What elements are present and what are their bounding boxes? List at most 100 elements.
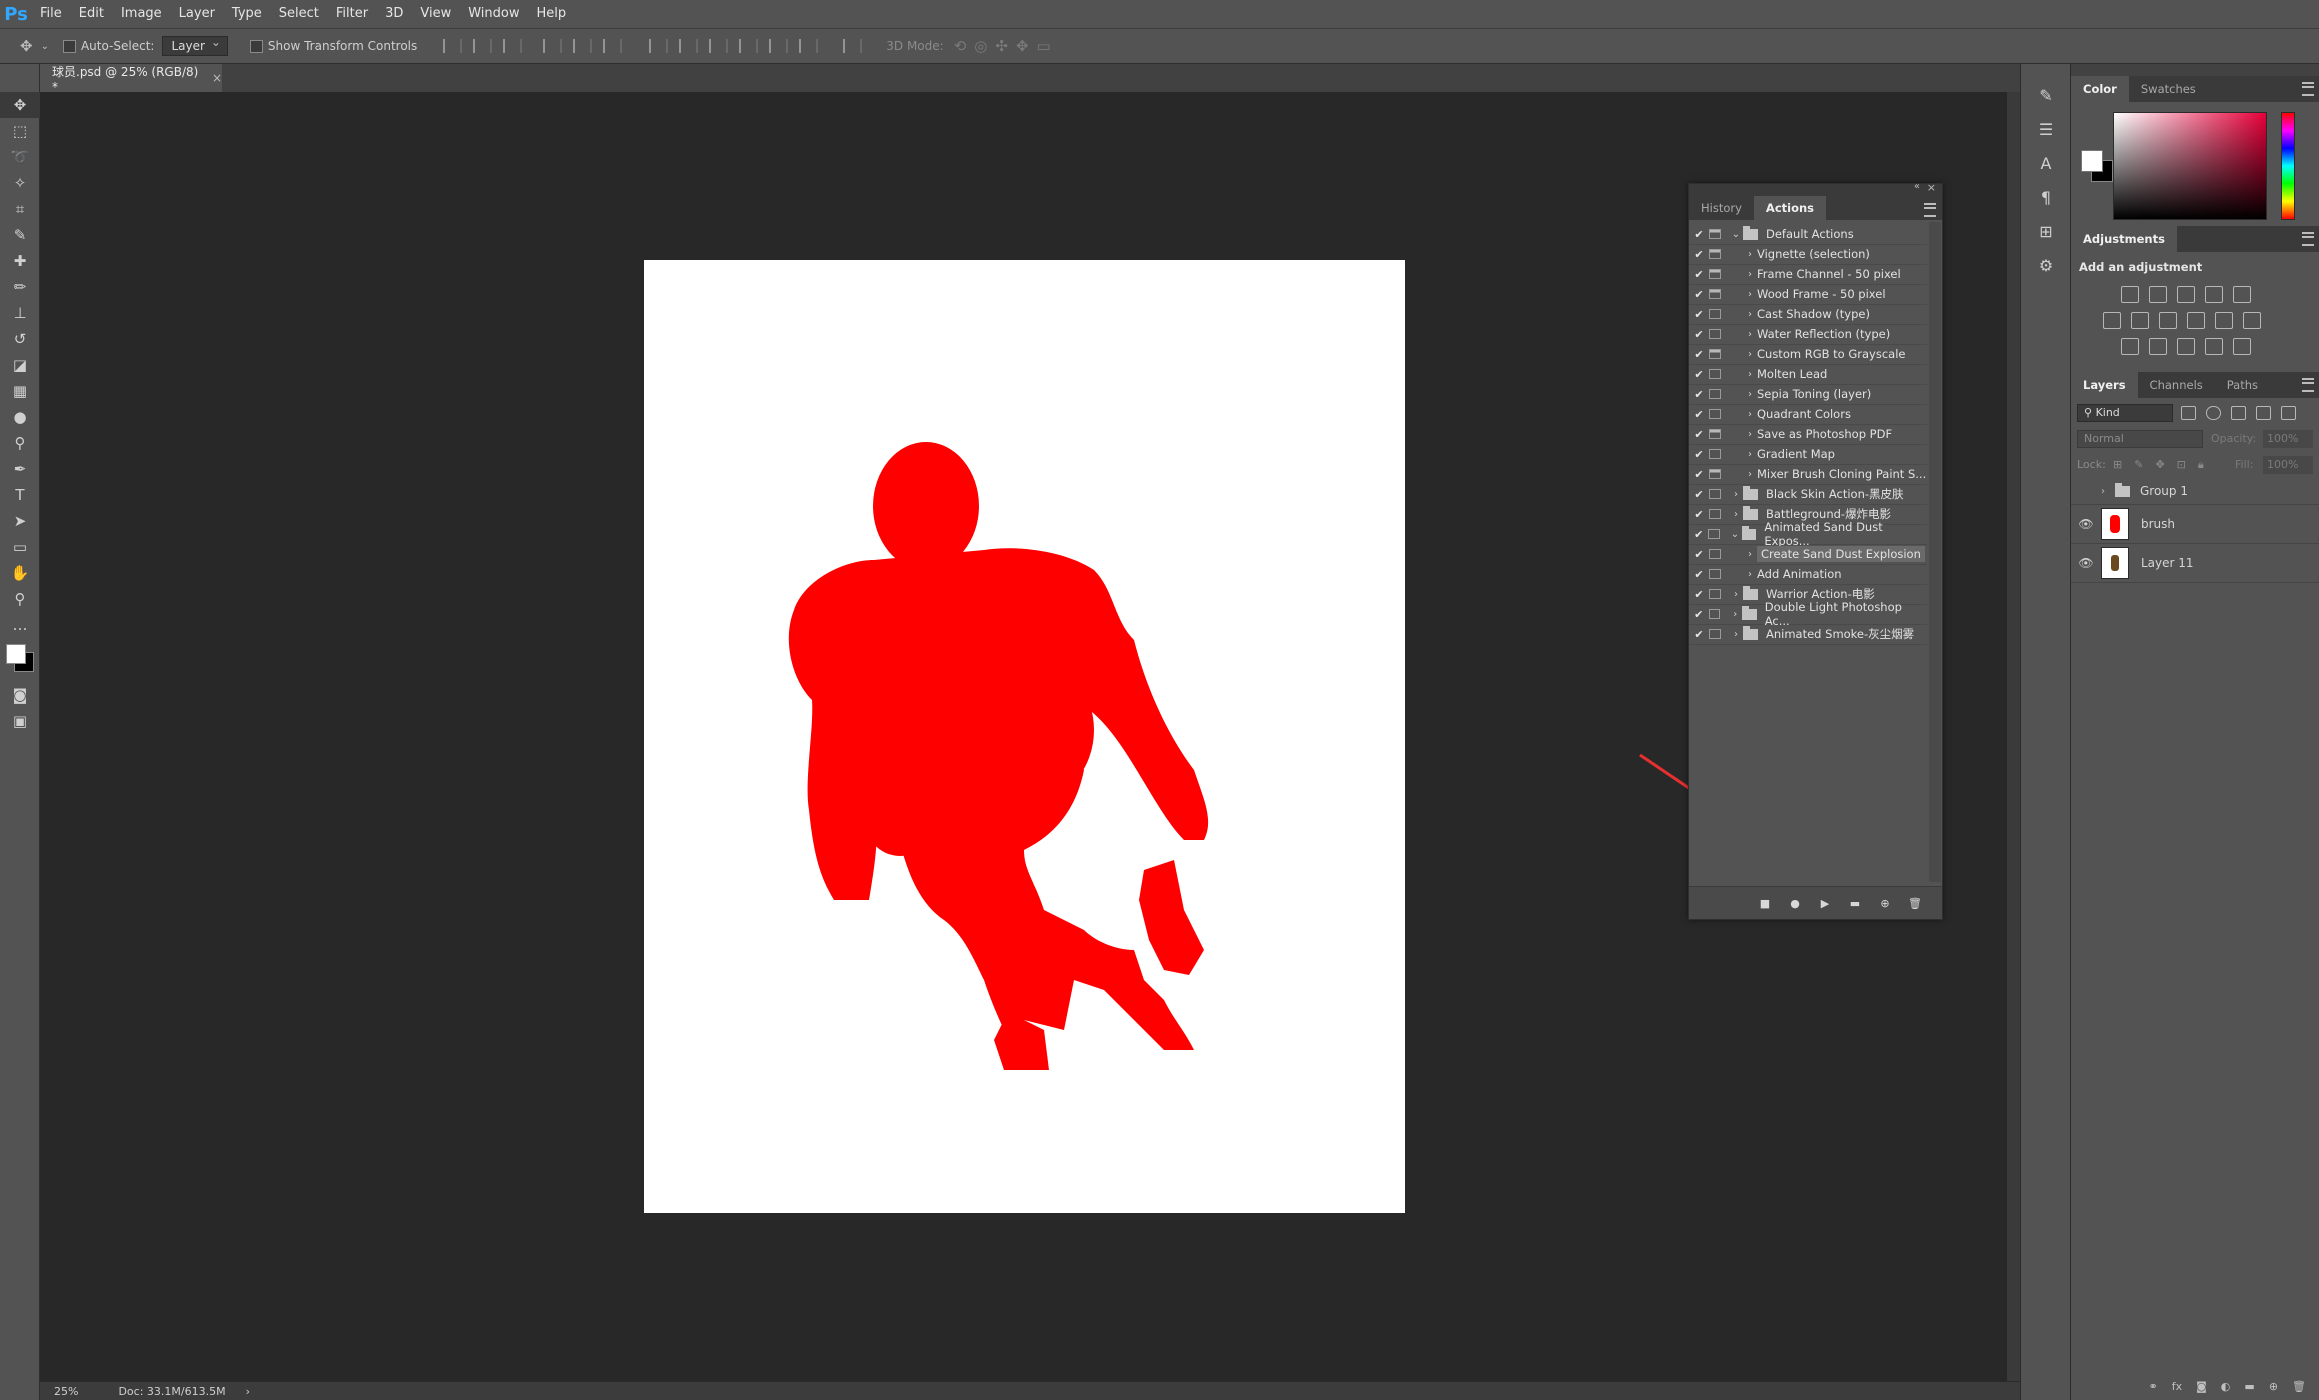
action-row[interactable]: ✔ › Gradient Map: [1689, 444, 1927, 465]
channel-mixer-icon[interactable]: [2215, 312, 2233, 329]
check-icon[interactable]: ✔: [1689, 388, 1709, 401]
align-right-icon[interactable]: [603, 39, 623, 53]
check-icon[interactable]: ✔: [1689, 328, 1709, 341]
dialog-toggle-icon[interactable]: [1709, 469, 1721, 479]
show-transform-checkbox[interactable]: [249, 39, 263, 53]
move-tool-icon[interactable]: ✥: [20, 37, 33, 55]
chevron-right-icon[interactable]: ›: [1743, 309, 1757, 320]
tab-paths[interactable]: Paths: [2215, 372, 2270, 398]
panel-menu-icon[interactable]: [2302, 378, 2314, 392]
fx-icon[interactable]: fx: [2172, 1380, 2182, 1400]
dialog-toggle-icon[interactable]: [1709, 269, 1721, 279]
dialog-toggle-icon[interactable]: [1709, 549, 1721, 559]
play-icon[interactable]: ▶: [1818, 896, 1832, 910]
hue-slider[interactable]: [2281, 112, 2295, 220]
dialog-toggle-icon[interactable]: [1709, 369, 1721, 379]
chevron-right-icon[interactable]: ›: [1743, 349, 1757, 360]
action-row[interactable]: ✔ › Custom RGB to Grayscale: [1689, 344, 1927, 365]
color-lookup-icon[interactable]: [2243, 312, 2261, 329]
3d-orbit-icon[interactable]: ⟲: [954, 37, 967, 55]
menu-help[interactable]: Help: [529, 0, 576, 28]
action-row[interactable]: ✔ ⌄ Animated Sand Dust Expos...: [1689, 520, 1927, 548]
tab-color[interactable]: Color: [2071, 76, 2129, 102]
check-icon[interactable]: ✔: [1689, 268, 1709, 281]
lasso-tool-icon[interactable]: ➰: [0, 144, 40, 170]
distribute-vcenter-icon[interactable]: [679, 39, 699, 53]
lock-paint-icon[interactable]: ✎: [2134, 458, 2143, 472]
panel-menu-icon[interactable]: [2302, 232, 2314, 246]
healing-brush-icon[interactable]: ✚: [0, 248, 40, 274]
chevron-right-icon[interactable]: ›: [1728, 609, 1742, 620]
opacity-field[interactable]: 100%: [2263, 430, 2313, 448]
chevron-down-icon[interactable]: ⌄: [41, 41, 49, 52]
tab-layers[interactable]: Layers: [2071, 372, 2138, 398]
new-group-icon[interactable]: ▬: [2244, 1380, 2254, 1400]
dialog-toggle-icon[interactable]: [1709, 329, 1721, 339]
align-vcenter-icon[interactable]: [473, 39, 493, 53]
chevron-right-icon[interactable]: ›: [1743, 369, 1757, 380]
panel-menu-icon[interactable]: [1924, 203, 1936, 217]
libraries-icon[interactable]: ⚙: [2021, 248, 2071, 282]
distribute-top-icon[interactable]: [649, 39, 669, 53]
chevron-down-icon[interactable]: ⌄: [1729, 229, 1743, 240]
check-icon[interactable]: ✔: [1689, 468, 1709, 481]
close-icon[interactable]: ×: [1927, 181, 1936, 194]
threshold-icon[interactable]: [2177, 338, 2195, 355]
align-top-icon[interactable]: [443, 39, 463, 53]
filter-smart-object-icon[interactable]: [2281, 406, 2296, 420]
tab-swatches[interactable]: Swatches: [2129, 76, 2208, 102]
menu-view[interactable]: View: [412, 0, 460, 28]
action-row[interactable]: ✔ › Wood Frame - 50 pixel: [1689, 284, 1927, 305]
invert-icon[interactable]: [2121, 338, 2139, 355]
tab-channels[interactable]: Channels: [2138, 372, 2215, 398]
check-icon[interactable]: ✔: [1689, 308, 1709, 321]
check-icon[interactable]: ✔: [1689, 528, 1708, 541]
move-tool-icon[interactable]: ✥: [0, 92, 40, 118]
filter-shape-icon[interactable]: [2256, 406, 2271, 420]
new-set-icon[interactable]: ▬: [1848, 896, 1862, 910]
close-icon[interactable]: ×: [212, 71, 222, 85]
distribute-bottom-icon[interactable]: [709, 39, 729, 53]
chevron-right-icon[interactable]: ›: [1729, 629, 1743, 640]
tab-adjustments[interactable]: Adjustments: [2071, 226, 2177, 252]
filter-pixel-icon[interactable]: [2181, 406, 2196, 420]
stop-icon[interactable]: ■: [1758, 896, 1772, 910]
canvas-vertical-scrollbar[interactable]: [2007, 92, 2020, 1382]
rectangle-tool-icon[interactable]: ▭: [0, 534, 40, 560]
menu-select[interactable]: Select: [271, 0, 328, 28]
vibrance-icon[interactable]: [2233, 286, 2251, 303]
brush-settings-icon[interactable]: ✎: [2021, 78, 2071, 112]
check-icon[interactable]: ✔: [1689, 448, 1709, 461]
menu-window[interactable]: Window: [460, 0, 528, 28]
action-row[interactable]: ✔ › Sepia Toning (layer): [1689, 384, 1927, 405]
align-bottom-icon[interactable]: [503, 39, 523, 53]
eraser-icon[interactable]: ◪: [0, 352, 40, 378]
check-icon[interactable]: ✔: [1689, 228, 1709, 241]
foreground-color-swatch[interactable]: [2081, 150, 2103, 172]
3d-scale-icon[interactable]: ▭: [1037, 37, 1051, 55]
menu-filter[interactable]: Filter: [328, 0, 377, 28]
color-field[interactable]: [2113, 112, 2267, 220]
distribute-left-icon[interactable]: [739, 39, 759, 53]
chevron-right-icon[interactable]: ›: [1729, 489, 1743, 500]
record-icon[interactable]: ●: [1788, 896, 1802, 910]
menu-edit[interactable]: Edit: [71, 0, 113, 28]
check-icon[interactable]: ✔: [1689, 628, 1709, 641]
check-icon[interactable]: ✔: [1689, 508, 1709, 521]
tab-actions[interactable]: Actions: [1753, 196, 1827, 220]
actions-scrollbar[interactable]: [1929, 222, 1941, 882]
action-row[interactable]: ✔ › Animated Smoke-灰尘烟雾: [1689, 624, 1927, 645]
align-left-icon[interactable]: [543, 39, 563, 53]
action-row[interactable]: ✔ › Double Light Photoshop Ac...: [1689, 600, 1927, 628]
document-tab[interactable]: 球员.psd @ 25% (RGB/8) * ×: [40, 64, 222, 94]
panel-menu-icon[interactable]: [2302, 82, 2314, 96]
black-white-icon[interactable]: [2159, 312, 2177, 329]
check-icon[interactable]: ✔: [1689, 428, 1709, 441]
pen-tool-icon[interactable]: ✒: [0, 456, 40, 482]
check-icon[interactable]: ✔: [1689, 488, 1709, 501]
crop-tool-icon[interactable]: ⌗: [0, 196, 40, 222]
action-row[interactable]: ✔ › Create Sand Dust Explosion: [1689, 544, 1927, 565]
auto-select-checkbox[interactable]: [62, 39, 76, 53]
3d-roll-icon[interactable]: ◎: [974, 37, 987, 55]
chevron-right-icon[interactable]: ›: [1743, 449, 1757, 460]
